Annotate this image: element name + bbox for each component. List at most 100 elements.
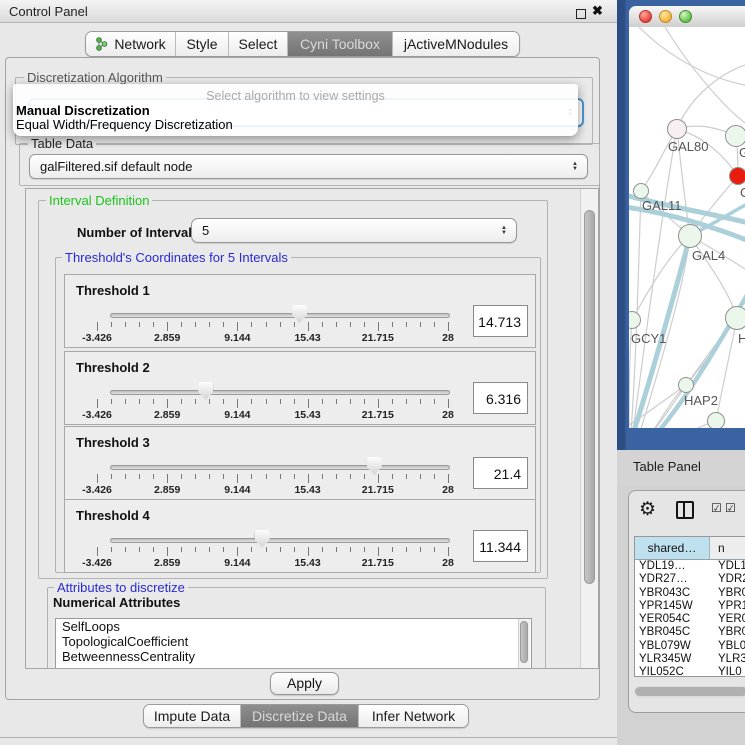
slider-tick (209, 547, 210, 552)
attributes-group-title: Attributes to discretize (54, 580, 188, 595)
slider-tick-label: 9.144 (207, 557, 267, 569)
table-row[interactable]: YLR345WYLR3 (635, 653, 745, 666)
network-window: GAL80GCGAL11GAL4GCY1HHAP2 (629, 6, 745, 428)
attributes-list-scrollbar-thumb[interactable] (520, 621, 528, 663)
slider-tick (223, 547, 224, 552)
float-window-icon[interactable] (576, 9, 586, 19)
network-node[interactable] (678, 377, 694, 393)
zoom-traffic-light-icon[interactable] (679, 10, 692, 23)
slider-tick (280, 474, 281, 479)
split-columns-icon[interactable] (676, 501, 694, 519)
slider-track[interactable] (110, 313, 450, 318)
slider-track[interactable] (110, 465, 450, 470)
table-data-combobox[interactable]: galFiltered.sif default node ▲▼ (29, 154, 588, 179)
right-panel: GAL80GCGAL11GAL4GCY1HHAP2 Table Panel ⚙ … (617, 0, 745, 745)
minimize-traffic-light-icon[interactable] (659, 10, 672, 23)
slider-tick (181, 474, 182, 479)
slider-tick (181, 399, 182, 404)
slider-thumb[interactable] (292, 305, 307, 323)
checkbox-icon[interactable]: ☑ (725, 501, 736, 515)
slider-tick (392, 547, 393, 552)
table-horizontal-scrollbar[interactable] (634, 686, 745, 698)
table-row[interactable]: YPR145WYPR1 (635, 600, 745, 613)
slider-tick (322, 322, 323, 327)
settings-scrollbar[interactable] (580, 189, 598, 668)
threshold-value-field[interactable]: 11.344 (473, 530, 528, 562)
numerical-attributes-list[interactable]: SelfLoopsTopologicalCoefficientBetweenne… (55, 618, 532, 669)
algorithm-option-equal-width-frequency[interactable]: Equal Width/Frequency Discretization (16, 117, 233, 132)
close-traffic-light-icon[interactable] (639, 10, 652, 23)
network-node[interactable] (729, 167, 745, 185)
slider-tick (97, 547, 98, 556)
attribute-list-item[interactable]: SelfLoops (56, 619, 531, 634)
table-row[interactable]: YIL052CYIL0 (635, 666, 745, 677)
slider-tick (167, 474, 168, 483)
slider-tick-label: 21.715 (348, 332, 408, 344)
network-node[interactable] (678, 224, 702, 248)
tab-network[interactable]: Network (86, 32, 176, 56)
column-header-name[interactable]: n (710, 537, 745, 559)
tab-jactivemnodules[interactable]: jActiveMNodules (393, 32, 519, 56)
network-canvas[interactable]: GAL80GCGAL11GAL4GCY1HHAP2 (629, 27, 745, 428)
tab-discretize-data[interactable]: Discretize Data (241, 705, 359, 727)
slider-tick (139, 322, 140, 327)
slider-track[interactable] (110, 390, 450, 395)
slider-tick (167, 399, 168, 408)
algorithm-option-manual-discretization[interactable]: Manual Discretization (16, 103, 150, 118)
table-row[interactable]: YER054CYER0 (635, 613, 745, 626)
network-node[interactable] (633, 183, 649, 199)
threshold-value-field[interactable]: 14.713 (473, 305, 528, 337)
slider-tick (139, 547, 140, 552)
tab-select[interactable]: Select (229, 32, 288, 56)
slider-tick (209, 474, 210, 479)
network-node[interactable] (707, 412, 725, 428)
slider-tick (111, 547, 112, 552)
checkbox-icon[interactable]: ☑ (711, 501, 722, 515)
table-row[interactable]: YBL079WYBL0 (635, 640, 745, 653)
number-of-intervals-spinner[interactable]: 5 ▲▼ (191, 218, 517, 243)
table-horizontal-scrollbar-thumb[interactable] (635, 687, 745, 696)
slider-tick (392, 322, 393, 327)
network-node[interactable] (667, 119, 687, 139)
attribute-list-item[interactable]: TopologicalCoefficient (56, 634, 531, 649)
tab-infer-network[interactable]: Infer Network (359, 705, 468, 727)
interval-definition-group: Interval Definition Number of Intervals … (38, 200, 548, 579)
tab-impute-data[interactable]: Impute Data (144, 705, 241, 727)
slider-thumb[interactable] (198, 382, 213, 400)
slider-tick (251, 547, 252, 552)
threshold-value-field[interactable]: 21.4 (473, 457, 528, 489)
slider-tick (223, 474, 224, 479)
tab-cyni-toolbox[interactable]: Cyni Toolbox (288, 32, 393, 56)
table-cell-name: YLR3 (713, 653, 745, 666)
table-row[interactable]: YDL19…YDL1 (635, 560, 745, 573)
table-row[interactable]: YBR043CYBR0 (635, 587, 745, 600)
network-node[interactable] (725, 125, 745, 147)
threshold-row: Threshold 2-3.4262.8599.14415.4321.71528… (64, 351, 536, 425)
slider-thumb[interactable] (367, 457, 382, 475)
node-attribute-table[interactable]: shared… n YDL19…YDL1YDR27…YDR2YBR043CYBR… (634, 536, 745, 677)
table-cell-name: YIL0 (713, 666, 745, 677)
slider-thumb[interactable] (255, 530, 270, 548)
slider-tick-label: 28 (418, 557, 478, 569)
gear-icon[interactable]: ⚙ (639, 498, 656, 521)
network-node-label: C (740, 185, 745, 200)
table-row[interactable]: YDR27…YDR2 (635, 573, 745, 586)
threshold-value-field[interactable]: 6.316 (473, 382, 528, 414)
slider-track[interactable] (110, 538, 450, 543)
attribute-list-item[interactable]: BetweennessCentrality (56, 649, 531, 664)
apply-button[interactable]: Apply (270, 672, 339, 695)
network-node[interactable] (725, 306, 745, 330)
slider-tick (167, 547, 168, 556)
table-header-row: shared… n (635, 537, 745, 560)
column-header-shared-name[interactable]: shared… (635, 537, 710, 559)
table-row[interactable]: YBR045CYBR0 (635, 626, 745, 639)
slider-tick (97, 322, 98, 331)
close-icon[interactable]: ✖ (592, 3, 603, 19)
slider-tick (364, 322, 365, 327)
tab-style[interactable]: Style (176, 32, 229, 56)
settings-scrollbar-thumb[interactable] (584, 210, 595, 584)
attributes-list-scrollbar[interactable] (518, 619, 530, 669)
table-cell-shared-name: YDR27… (635, 573, 713, 586)
slider-tick (167, 322, 168, 331)
slider-tick (195, 322, 196, 327)
